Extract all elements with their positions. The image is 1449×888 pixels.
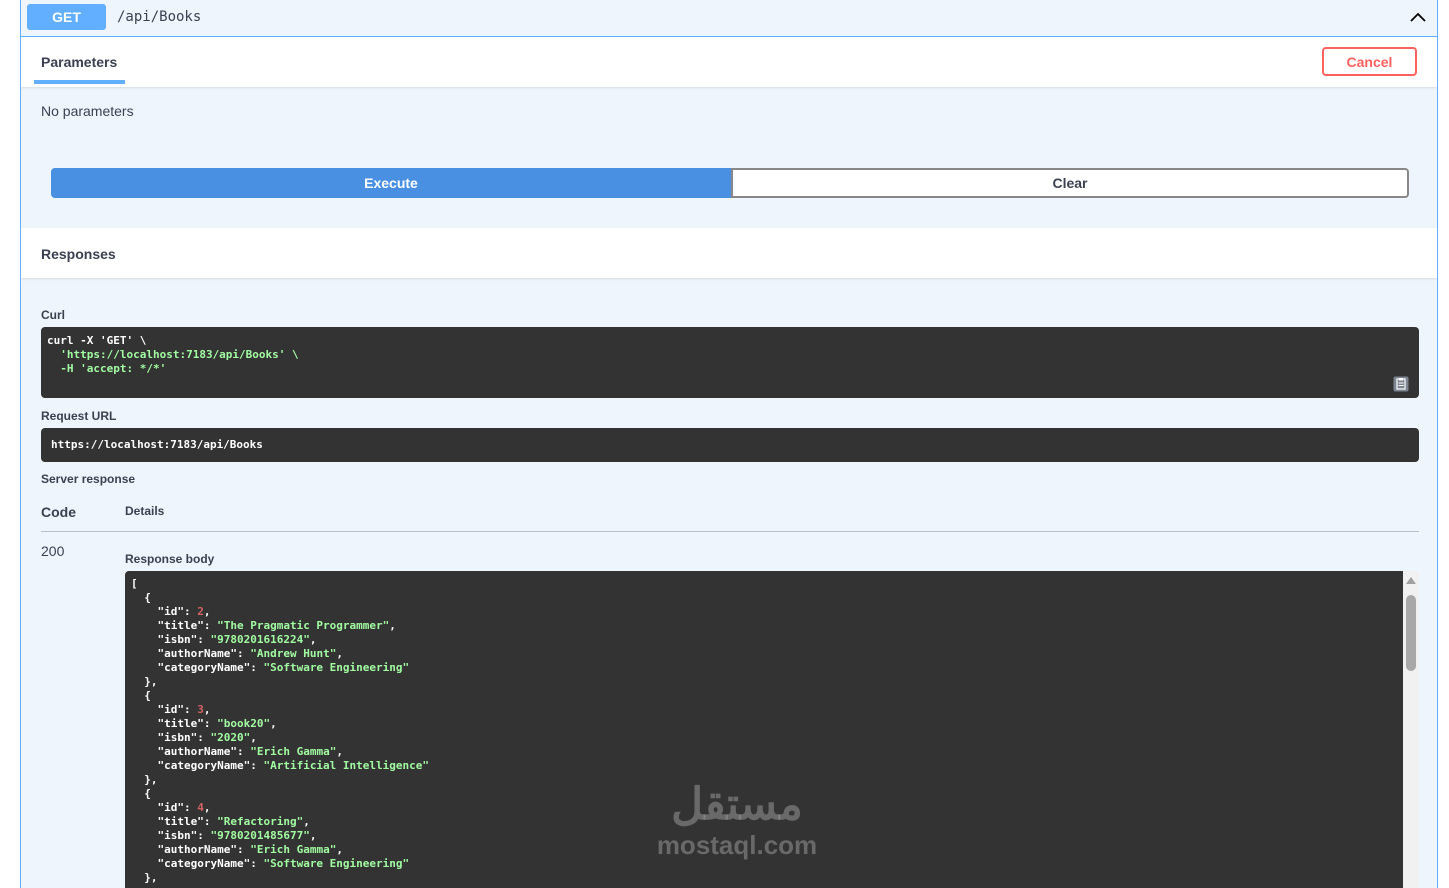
curl-code-block[interactable]: curl -X 'GET' \ 'https://localhost:7183/… — [41, 327, 1419, 398]
json-open-bracket: [ — [131, 577, 138, 590]
book-author: Erich Gamma — [256, 745, 330, 758]
watermark-latin: mostaql.com — [656, 830, 818, 860]
book-title: book20 — [223, 717, 264, 730]
execute-wrapper: Execute Clear — [51, 168, 1409, 198]
execute-button[interactable]: Execute — [51, 168, 731, 198]
book-category: Software Engineering — [270, 661, 403, 674]
curl-label: Curl — [41, 308, 65, 322]
scroll-up-arrow-icon[interactable] — [1406, 577, 1416, 584]
book-id: 4 — [197, 801, 204, 814]
scroll-thumb[interactable] — [1406, 595, 1416, 671]
operation-summary[interactable]: GET /api/Books — [21, 0, 1437, 37]
server-response-label: Server response — [41, 472, 136, 486]
code-column-header: Code — [41, 504, 76, 520]
chevron-up-icon[interactable] — [1409, 9, 1427, 27]
watermark-arabic: مستقل — [671, 780, 803, 829]
curl-line-3: -H 'accept: */*' — [47, 362, 167, 375]
book-author: Erich Gamma — [256, 843, 330, 856]
watermark: مستقل mostaql.com — [637, 780, 837, 861]
book-title: Refactoring — [223, 815, 297, 828]
book-isbn: 9780201616224 — [217, 633, 304, 646]
response-body-scrollbar[interactable] — [1403, 571, 1419, 888]
book-title: The Pragmatic Programmer — [223, 619, 383, 632]
endpoint-path: /api/Books — [117, 9, 202, 25]
details-column-header: Details — [125, 504, 165, 518]
copy-to-clipboard-icon[interactable] — [1393, 376, 1409, 392]
book-isbn: 9780201485677 — [217, 829, 304, 842]
operation-block: GET /api/Books Parameters Cancel No para… — [20, 0, 1438, 888]
request-url-label: Request URL — [41, 409, 117, 423]
book-id: 2 — [197, 605, 204, 618]
response-body-label: Response body — [125, 552, 215, 566]
method-badge: GET — [27, 4, 106, 30]
book-isbn: 2020 — [217, 731, 244, 744]
curl-line-2: 'https://localhost:7183/api/Books' \ — [47, 348, 299, 361]
responses-title: Responses — [41, 246, 116, 262]
tab-active-indicator — [34, 80, 125, 84]
curl-line-1: curl -X 'GET' \ — [47, 334, 147, 347]
book-category: Software Engineering — [270, 857, 403, 870]
parameters-header: Parameters Cancel — [21, 37, 1437, 87]
book-author: Andrew Hunt — [256, 647, 330, 660]
cancel-button[interactable]: Cancel — [1322, 47, 1417, 76]
book-id: 3 — [197, 703, 204, 716]
book-category: Artificial Intelligence — [270, 759, 423, 772]
tab-parameters[interactable]: Parameters — [41, 54, 117, 70]
clear-button[interactable]: Clear — [731, 168, 1409, 198]
no-parameters-text: No parameters — [41, 103, 134, 119]
status-code: 200 — [41, 543, 65, 559]
table-divider — [41, 531, 1419, 532]
request-url-block[interactable]: https://localhost:7183/api/Books — [41, 428, 1419, 462]
responses-header: Responses — [21, 228, 1437, 278]
